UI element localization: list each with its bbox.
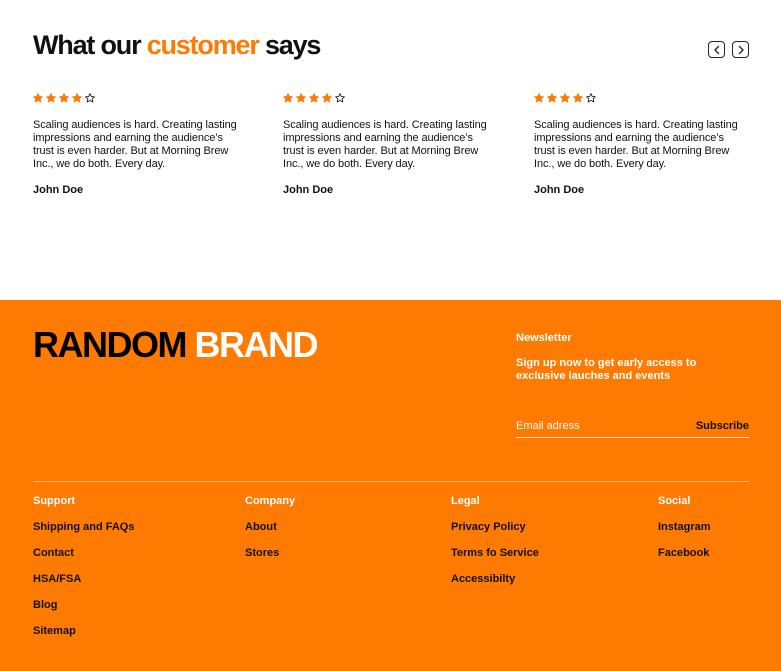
heading-suffix: says (258, 30, 321, 60)
brand-logo-part1: RANDOM (33, 324, 187, 365)
footer-column-support: Support Shipping and FAQs Contact HSA/FS… (33, 495, 134, 638)
star-filled-icon (309, 93, 319, 103)
testimonial-quote: Scaling audiences is hard. Creating last… (33, 119, 237, 170)
star-filled-icon (33, 93, 43, 103)
footer-link[interactable]: Terms fo Service (451, 547, 539, 560)
subscribe-button[interactable]: Subscribe (696, 420, 749, 432)
newsletter-title: Newsletter (516, 332, 572, 344)
star-filled-icon (59, 93, 69, 103)
footer-link[interactable]: Stores (245, 547, 295, 560)
testimonial-card: Scaling audiences is hard. Creating last… (534, 92, 746, 196)
testimonial-quote: Scaling audiences is hard. Creating last… (534, 119, 738, 170)
newsletter-description: Sign up now to get early access to exclu… (516, 357, 697, 382)
star-rating (33, 92, 245, 104)
footer-link[interactable]: Shipping and FAQs (33, 521, 134, 534)
star-filled-icon (72, 93, 82, 103)
footer-link[interactable]: HSA/FSA (33, 573, 134, 586)
footer-column-title: Legal (451, 495, 480, 507)
testimonial-quote: Scaling audiences is hard. Creating last… (283, 119, 487, 170)
star-filled-icon (46, 93, 56, 103)
heading-prefix: What our (33, 30, 147, 60)
star-empty-icon (85, 93, 95, 103)
section-heading: What our customer says (33, 30, 321, 61)
heading-accent: customer (146, 30, 260, 60)
brand-logo[interactable]: RANDOM BRAND (33, 324, 319, 365)
star-rating (283, 92, 495, 104)
testimonial-card: Scaling audiences is hard. Creating last… (33, 92, 245, 196)
footer-link[interactable]: Contact (33, 547, 134, 560)
footer-column-company: Company About Stores (245, 495, 295, 560)
star-filled-icon (322, 93, 332, 103)
footer-link[interactable]: Facebook (658, 547, 711, 560)
footer-link[interactable]: Blog (33, 599, 134, 612)
footer-column-title: Support (33, 495, 76, 507)
carousel-next-button[interactable] (732, 41, 749, 58)
chevron-right-icon (738, 45, 744, 54)
footer-divider (33, 481, 749, 482)
star-empty-icon (335, 93, 345, 103)
footer-link[interactable]: Instagram (658, 521, 711, 534)
testimonial-author: John Doe (33, 184, 84, 196)
email-input[interactable] (516, 420, 676, 432)
brand-logo-part2: BRAND (194, 324, 319, 365)
testimonials-section: What our customer says Scaling audiences… (0, 0, 781, 300)
star-filled-icon (283, 93, 293, 103)
star-filled-icon (560, 93, 570, 103)
star-filled-icon (296, 93, 306, 103)
testimonial-card: Scaling audiences is hard. Creating last… (283, 92, 495, 196)
star-filled-icon (534, 93, 544, 103)
footer-link[interactable]: Sitemap (33, 625, 134, 638)
newsletter-form: Subscribe (516, 420, 749, 438)
testimonial-author: John Doe (534, 184, 585, 196)
star-filled-icon (573, 93, 583, 103)
footer-link[interactable]: About (245, 521, 295, 534)
footer-link[interactable]: Privacy Policy (451, 521, 539, 534)
star-empty-icon (586, 93, 596, 103)
footer-column-legal: Legal Privacy Policy Terms fo Service Ac… (451, 495, 539, 586)
footer-column-title: Social (658, 495, 691, 507)
footer-column-social: Social Instagram Facebook (658, 495, 711, 560)
carousel-prev-button[interactable] (708, 41, 725, 58)
site-footer: RANDOM BRAND Newsletter Sign up now to g… (0, 300, 781, 671)
chevron-left-icon (713, 45, 719, 54)
star-filled-icon (547, 93, 557, 103)
star-rating (534, 92, 746, 104)
footer-link[interactable]: Accessibilty (451, 573, 539, 586)
testimonial-author: John Doe (283, 184, 334, 196)
footer-column-title: Company (245, 495, 296, 507)
